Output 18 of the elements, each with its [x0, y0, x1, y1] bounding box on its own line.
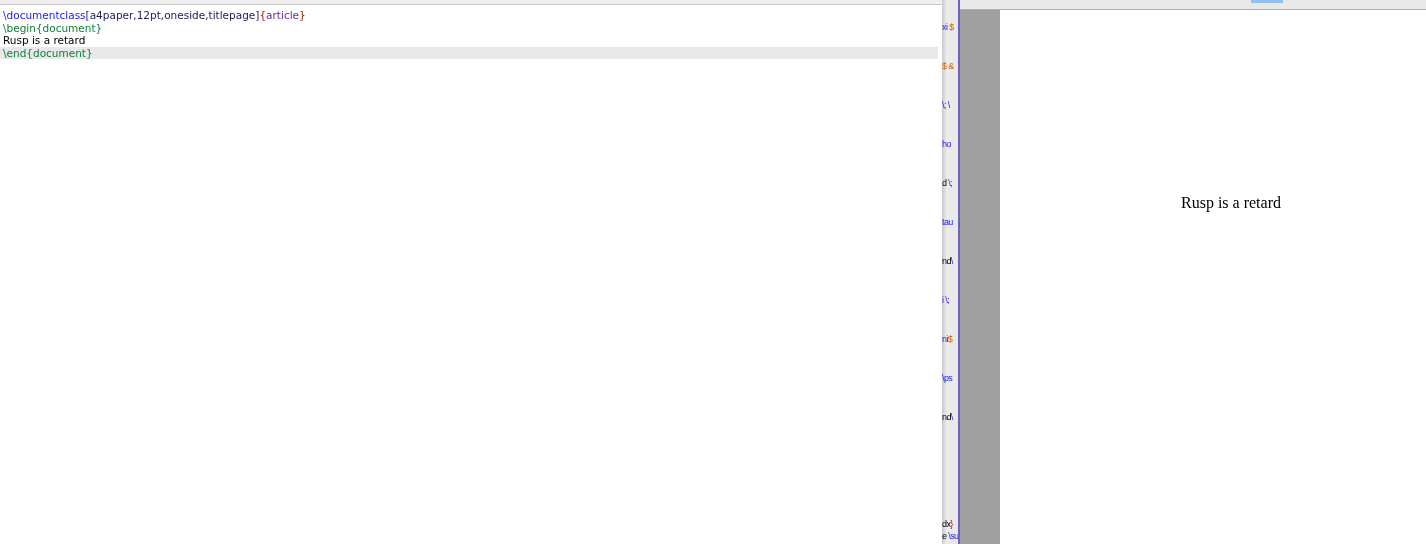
- code-fragment: ho: [942, 139, 952, 151]
- code-fragment: nd\: [942, 256, 954, 268]
- code-fragment: tau: [942, 217, 954, 229]
- code-fragment: i \;: [942, 295, 951, 307]
- code-fragment: xi $: [942, 22, 955, 34]
- code-line: Rusp is a retard: [2, 34, 87, 47]
- page-text: Rusp is a retard: [1181, 194, 1281, 214]
- code-fragment: ni$: [942, 334, 954, 346]
- code-fragment: e \su: [942, 530, 958, 542]
- code-fragment: nd\: [942, 412, 954, 424]
- viewer-tab[interactable]: [1251, 0, 1283, 3]
- code-fragment: \ps: [942, 373, 954, 385]
- code-fragment: dx}: [942, 518, 954, 530]
- code-fragment: $ &: [942, 61, 955, 73]
- code-fragment: \; \: [942, 100, 951, 112]
- code-fragment: d \;: [942, 178, 954, 190]
- code-line: \documentclass[a4paper,12pt,oneside,titlepage]{article}: [2, 9, 307, 22]
- code-line: \begin{document}: [2, 21, 104, 34]
